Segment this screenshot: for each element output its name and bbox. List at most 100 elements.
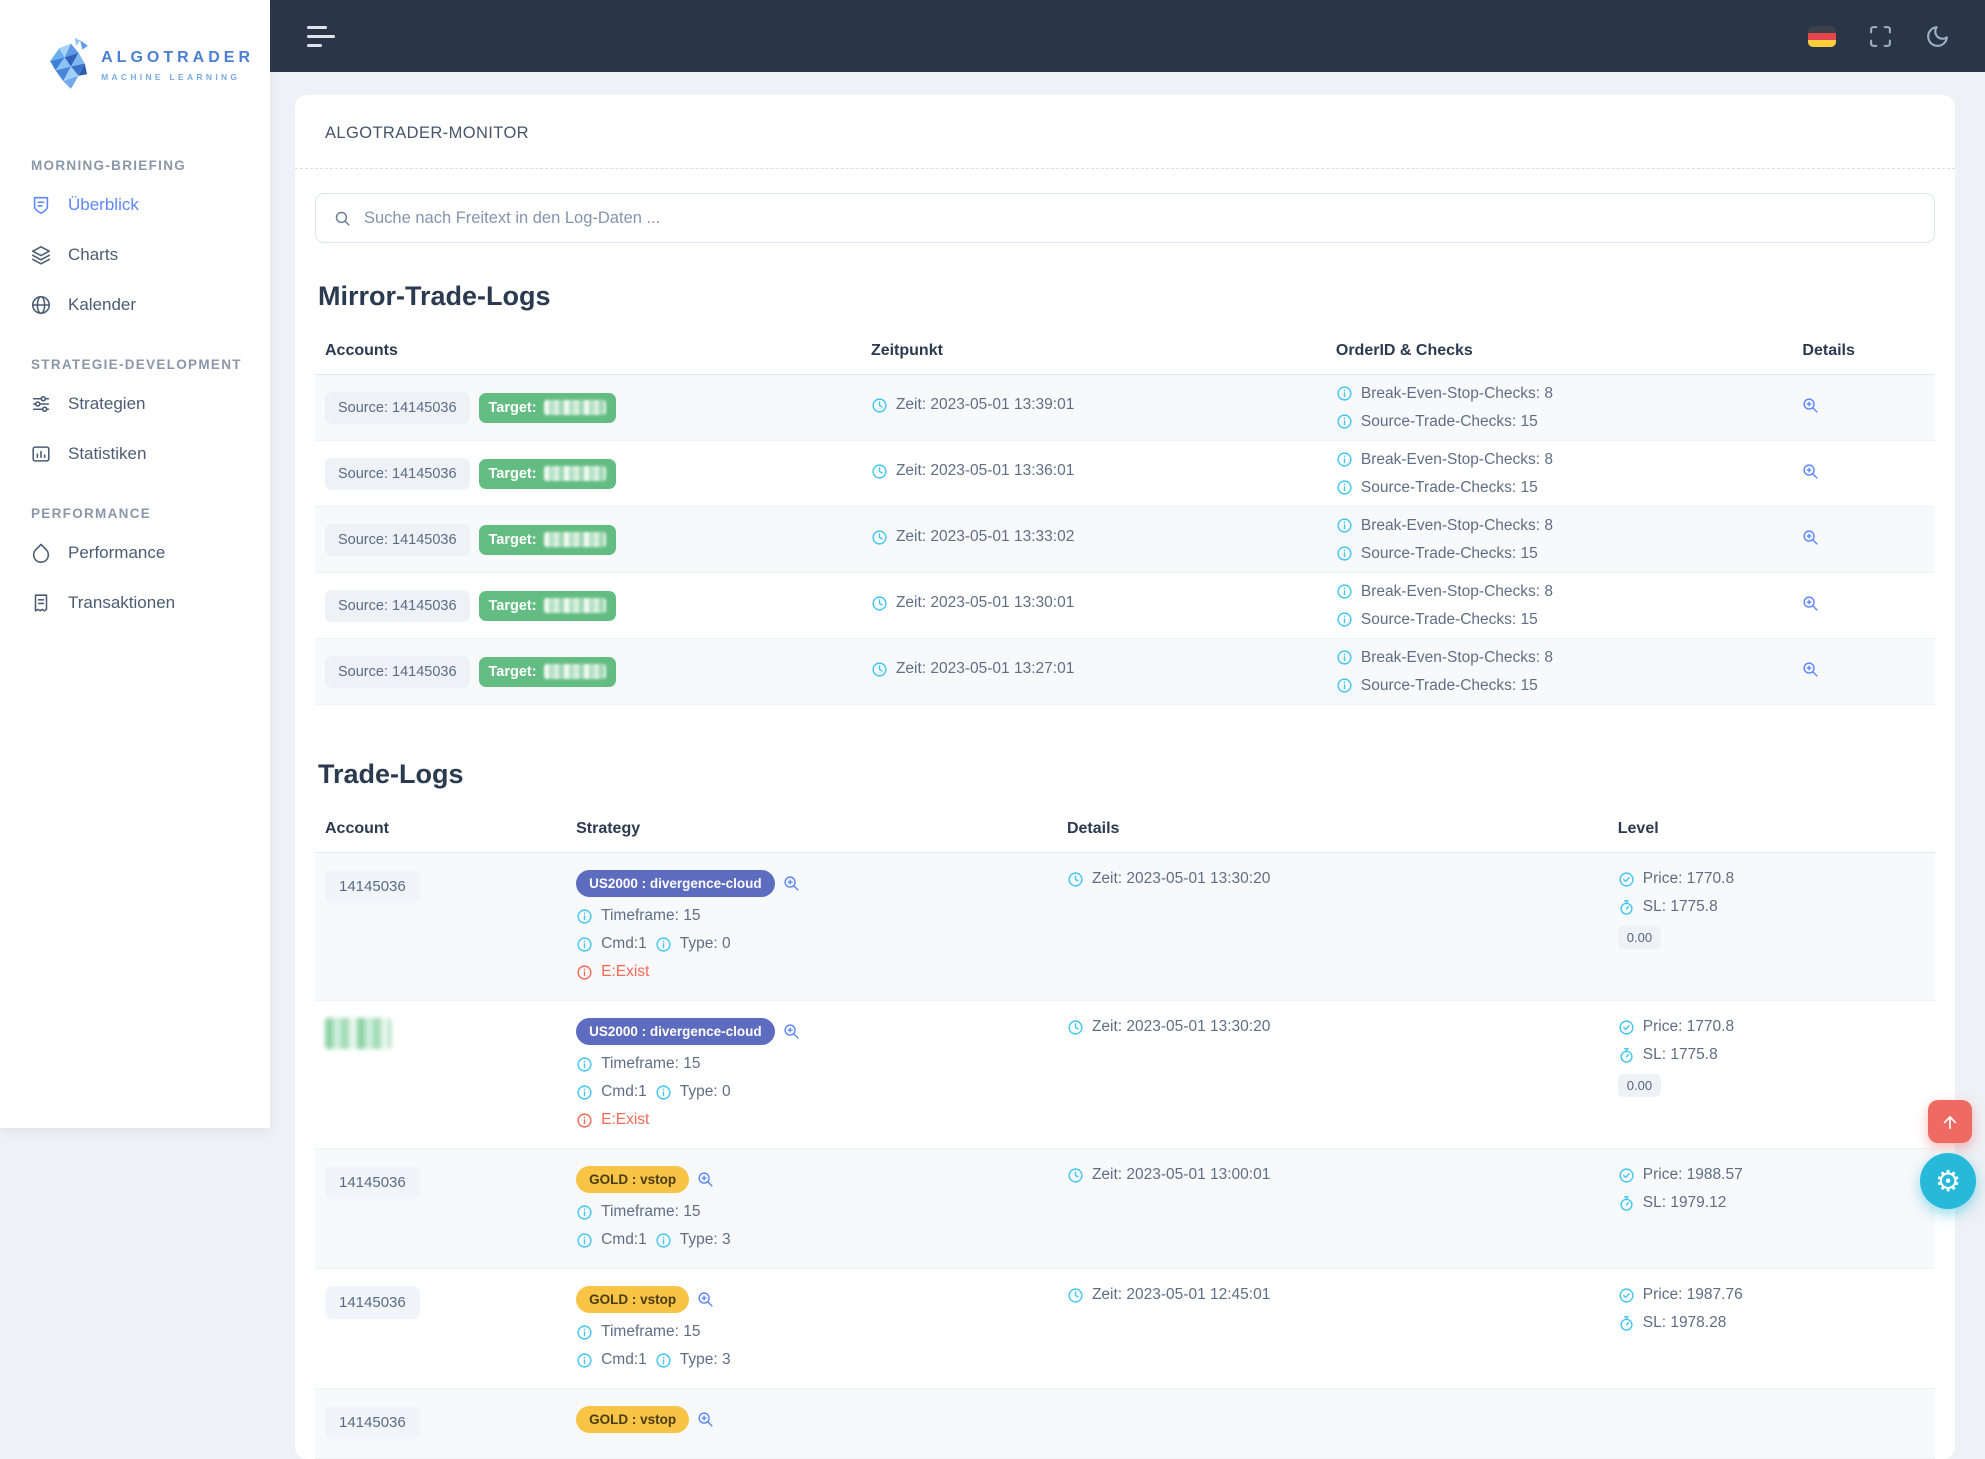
sidebar-item-ueberblick[interactable]: Überblick	[30, 180, 252, 230]
info-icon	[1336, 677, 1353, 694]
extra-value-chip: 0.00	[1618, 1074, 1661, 1097]
mirror-log-row: Source: 14145036Target: Zeit: 2023-05-01…	[315, 441, 1935, 507]
zeit-value: Zeit: 2023-05-01 13:39:01	[896, 396, 1074, 414]
sidebar-item-label: Charts	[68, 245, 118, 265]
fullscreen-icon[interactable]	[1868, 24, 1893, 49]
sidebar-item-label: Transaktionen	[68, 593, 175, 613]
sidebar-item-transaktionen[interactable]: Transaktionen	[30, 578, 252, 628]
price-value: Price: 1988.57	[1643, 1166, 1743, 1184]
check-value: Break-Even-Stop-Checks: 8	[1361, 385, 1553, 403]
strategy-badge: GOLD : vstop	[576, 1406, 689, 1433]
details-zoom-icon[interactable]	[1802, 661, 1819, 678]
details-zoom-icon[interactable]	[1802, 397, 1819, 414]
statistics-icon	[30, 443, 52, 465]
cmd-value: Cmd:1	[601, 935, 647, 953]
sidebar-item-label: Strategien	[68, 394, 146, 414]
error-info-icon	[576, 1112, 593, 1129]
clock-icon	[871, 661, 888, 678]
col-account: Account	[315, 806, 566, 852]
info-icon	[576, 1204, 593, 1221]
info-icon	[655, 1084, 672, 1101]
app-logo[interactable]: ALGOTRADER MACHINE LEARNING	[0, 0, 270, 96]
strategy-zoom-icon[interactable]	[697, 1171, 714, 1188]
main-content: ALGOTRADER-MONITOR Mirror-Trade-Logs Acc…	[270, 72, 1985, 1213]
mirror-log-row: Source: 14145036Target: Zeit: 2023-05-01…	[315, 507, 1935, 573]
col-orderid-checks: OrderID & Checks	[1326, 328, 1793, 374]
sliders-icon	[30, 393, 52, 415]
col-details: Details	[1792, 328, 1935, 374]
sidebar-item-kalender[interactable]: Kalender	[30, 280, 252, 330]
globe-icon	[30, 294, 52, 316]
target-account-badge: Target:	[479, 591, 616, 621]
strategy-zoom-icon[interactable]	[783, 1023, 800, 1040]
type-value: Type: 3	[680, 1231, 731, 1249]
sl-value: SL: 1775.8	[1643, 1046, 1718, 1064]
trade-log-row: 14145036 GOLD : vstop Timeframe: 15 Cmd:…	[315, 1269, 1935, 1389]
info-icon	[1336, 517, 1353, 534]
german-flag-icon[interactable]	[1808, 26, 1836, 47]
search-icon	[334, 210, 351, 227]
zeit-value: Zeit: 2023-05-01 13:36:01	[896, 462, 1074, 480]
log-search-bar[interactable]	[315, 193, 1935, 243]
hamburger-menu-icon[interactable]	[305, 20, 337, 53]
details-zoom-icon[interactable]	[1802, 529, 1819, 546]
cmd-value: Cmd:1	[601, 1351, 647, 1369]
zeit-value: Zeit: 2023-05-01 13:30:20	[1092, 870, 1270, 888]
mirror-trade-logs-title: Mirror-Trade-Logs	[318, 281, 1932, 312]
sidebar-item-performance[interactable]: Performance	[30, 528, 252, 578]
sidebar-nav: MORNING-BRIEFING Überblick Charts Kalend…	[0, 158, 270, 628]
clock-icon	[1067, 1287, 1084, 1304]
info-icon	[655, 936, 672, 953]
nav-section-performance: PERFORMANCE	[31, 506, 252, 521]
strategy-zoom-icon[interactable]	[697, 1291, 714, 1308]
strategy-zoom-icon[interactable]	[697, 1411, 714, 1428]
brain-logo-icon	[44, 34, 90, 96]
strategy-badge: US2000 : divergence-cloud	[576, 1018, 775, 1045]
info-icon	[576, 1084, 593, 1101]
info-icon	[1336, 451, 1353, 468]
account-badge: 14145036	[325, 1286, 420, 1319]
clock-icon	[871, 463, 888, 480]
check-value: Source-Trade-Checks: 15	[1361, 545, 1538, 563]
account-badge: 14145036	[325, 1166, 420, 1199]
zeit-value: Zeit: 2023-05-01 13:00:01	[1092, 1166, 1270, 1184]
trade-logs-section: Trade-Logs Account Strategy Details Leve…	[295, 759, 1955, 1459]
redacted-target-account	[544, 466, 606, 481]
mirror-table-header: Accounts Zeitpunkt OrderID & Checks Deta…	[315, 328, 1935, 375]
settings-fab-button[interactable]: ⚙	[1920, 1153, 1976, 1209]
page-title: ALGOTRADER-MONITOR	[295, 95, 1955, 168]
search-input[interactable]	[364, 209, 1916, 228]
timeframe-value: Timeframe: 15	[601, 1055, 700, 1073]
scroll-to-top-button[interactable]	[1928, 1100, 1972, 1143]
check-value: Break-Even-Stop-Checks: 8	[1361, 517, 1553, 535]
check-value: Source-Trade-Checks: 15	[1361, 413, 1538, 431]
strategy-zoom-icon[interactable]	[783, 875, 800, 892]
sidebar-item-strategien[interactable]: Strategien	[30, 379, 252, 429]
check-value: Source-Trade-Checks: 15	[1361, 677, 1538, 695]
info-icon	[1336, 479, 1353, 496]
sidebar-item-label: Kalender	[68, 295, 136, 315]
clock-icon	[1067, 1019, 1084, 1036]
check-circle-icon	[1618, 871, 1635, 888]
strategy-badge: US2000 : divergence-cloud	[576, 870, 775, 897]
info-icon	[576, 1352, 593, 1369]
check-circle-icon	[1618, 1019, 1635, 1036]
source-account-badge: Source: 14145036	[325, 656, 470, 688]
moon-icon[interactable]	[1925, 24, 1950, 49]
price-value: Price: 1770.8	[1643, 1018, 1734, 1036]
info-icon	[576, 1324, 593, 1341]
col-details: Details	[1057, 806, 1608, 852]
info-icon	[655, 1352, 672, 1369]
mirror-trade-logs-section: Mirror-Trade-Logs Accounts Zeitpunkt Ord…	[295, 281, 1955, 705]
info-icon	[1336, 413, 1353, 430]
sidebar-item-charts[interactable]: Charts	[30, 230, 252, 280]
cmd-value: Cmd:1	[601, 1083, 647, 1101]
price-value: Price: 1770.8	[1643, 870, 1734, 888]
details-zoom-icon[interactable]	[1802, 595, 1819, 612]
sidebar-item-statistiken[interactable]: Statistiken	[30, 429, 252, 479]
details-zoom-icon[interactable]	[1802, 463, 1819, 480]
logo-title: ALGOTRADER	[101, 49, 254, 67]
type-value: Type: 0	[680, 935, 731, 953]
mirror-log-row: Source: 14145036Target: Zeit: 2023-05-01…	[315, 639, 1935, 705]
topbar	[270, 0, 1985, 72]
